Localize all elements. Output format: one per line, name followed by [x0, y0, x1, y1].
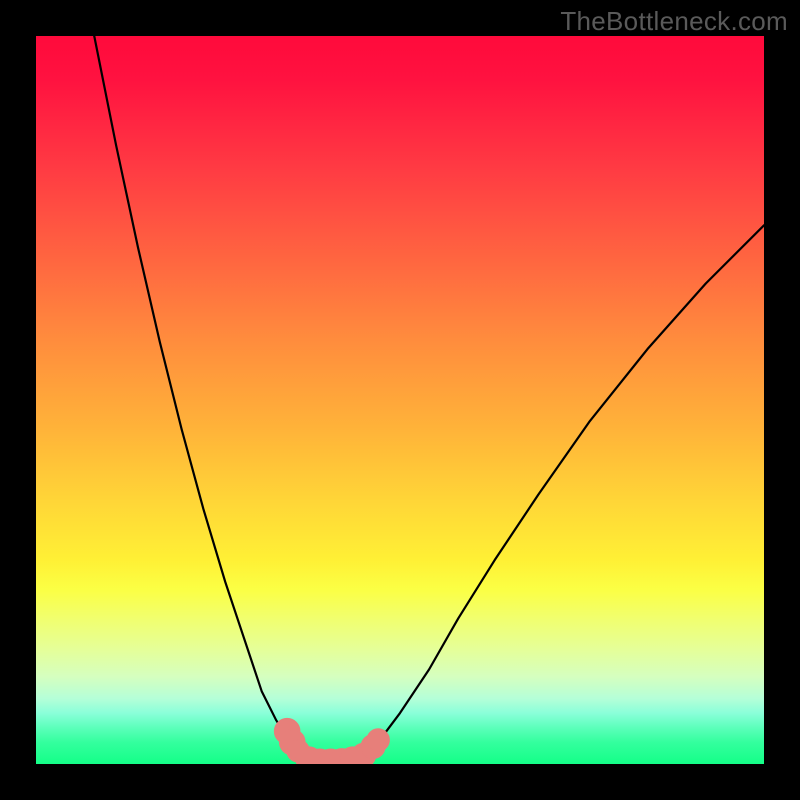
watermark-text: TheBottleneck.com	[560, 6, 788, 37]
bottleneck-curve	[94, 36, 764, 762]
chart-frame: TheBottleneck.com	[0, 0, 800, 800]
chart-svg	[36, 36, 764, 764]
chart-plot-area	[36, 36, 764, 764]
valley-marker	[367, 729, 389, 751]
